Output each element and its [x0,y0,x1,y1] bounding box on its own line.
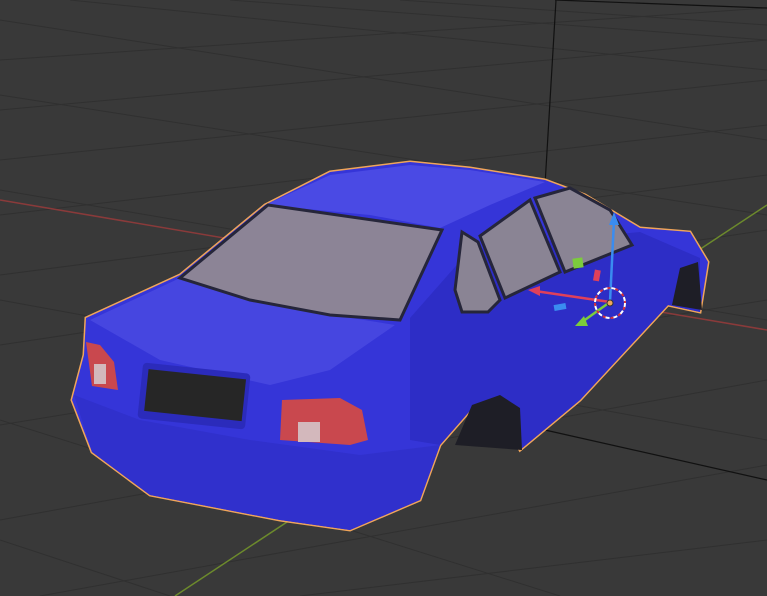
origin-point-icon [606,299,614,307]
3d-viewport[interactable] [0,0,767,596]
taillight-left-reverse [94,364,106,384]
gizmo-plane-handle-green[interactable] [572,257,584,269]
viewport-canvas[interactable] [0,0,767,596]
taillight-right-reverse [298,422,320,442]
